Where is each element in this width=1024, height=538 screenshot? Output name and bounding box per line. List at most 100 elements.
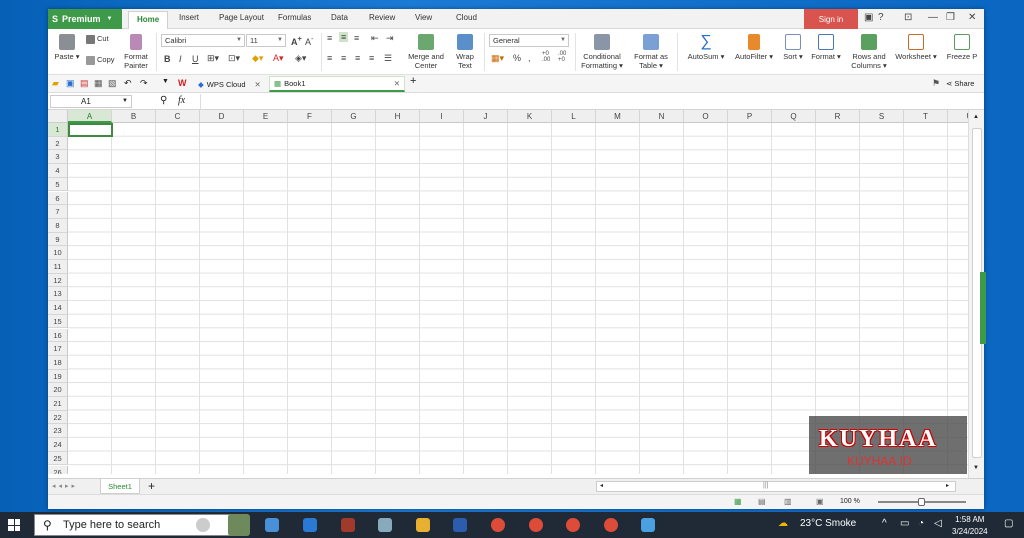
comma-icon[interactable]: ,	[528, 53, 531, 63]
save-icon[interactable]: ▣	[66, 78, 75, 89]
add-sheet-icon[interactable]: +	[148, 479, 155, 493]
select-all-corner[interactable]	[48, 110, 68, 123]
row-header[interactable]: 15	[48, 314, 68, 329]
sheet-tab-sheet1[interactable]: Sheet1	[100, 479, 140, 494]
row-header[interactable]: 14	[48, 301, 68, 315]
scroll-up-icon[interactable]: ▲	[973, 114, 979, 120]
normal-view-icon[interactable]: ▦	[734, 497, 742, 506]
column-header[interactable]: S	[860, 110, 904, 123]
tab-review[interactable]: Review	[369, 13, 395, 22]
conditional-formatting-button[interactable]: Conditional Formatting ▾	[579, 34, 625, 70]
decrease-font-icon[interactable]: A-	[305, 34, 314, 47]
new-tab-icon[interactable]: +	[410, 75, 416, 87]
row-header[interactable]: 25	[48, 451, 68, 466]
merge-center-button[interactable]: Merge and Center	[404, 34, 448, 70]
doc-tab-wps-cloud[interactable]: ◆ WPS Cloud ✕	[194, 76, 265, 92]
word-icon[interactable]	[453, 518, 467, 532]
wifi-icon[interactable]: ◔	[918, 518, 924, 529]
rows-columns-button[interactable]: Rows and Columns ▾	[848, 34, 890, 70]
copy-button[interactable]: Copy	[86, 55, 115, 65]
column-header[interactable]: B	[112, 110, 156, 123]
row-header[interactable]: 2	[48, 136, 68, 151]
justify-icon[interactable]: ≡	[369, 53, 374, 63]
column-header[interactable]: F	[288, 110, 332, 123]
row-header[interactable]: 5	[48, 177, 68, 192]
premium-button[interactable]: S Premium ▼	[48, 9, 122, 29]
close-tab-icon[interactable]: ✕	[255, 80, 261, 89]
page-break-icon[interactable]: ▤	[758, 497, 766, 506]
chrome-profile-icon[interactable]	[566, 518, 580, 532]
row-header[interactable]: 21	[48, 397, 68, 411]
print-icon[interactable]: ▦	[94, 78, 103, 89]
tab-formulas[interactable]: Formulas	[278, 13, 311, 22]
export-pdf-icon[interactable]: ▤	[80, 78, 89, 89]
row-header[interactable]: 26	[48, 465, 68, 474]
skin-icon[interactable]: ▣	[864, 12, 873, 23]
font-name-select[interactable]: Calibri ▼	[161, 34, 245, 47]
row-header[interactable]: 11	[48, 260, 68, 274]
currency-icon[interactable]: ▦▾	[491, 53, 504, 64]
name-box[interactable]: A1 ▼	[50, 95, 132, 108]
autosum-button[interactable]: ∑ AutoSum ▾	[685, 34, 727, 62]
row-header[interactable]: 4	[48, 164, 68, 178]
network-app-icon[interactable]	[378, 518, 392, 532]
row-header[interactable]: 24	[48, 438, 68, 452]
row-header[interactable]: 6	[48, 191, 68, 206]
share-button[interactable]: ⋖ Share	[946, 79, 974, 88]
volume-icon[interactable]: ◁	[934, 518, 942, 529]
zoom-search-icon[interactable]: ⚲	[160, 95, 167, 106]
indent-decrease-icon[interactable]: ⇤	[371, 33, 379, 44]
column-header[interactable]: L	[552, 110, 596, 123]
clock[interactable]: 1:58 AM 3/24/2024	[952, 514, 988, 538]
scroll-right-icon[interactable]: ▸	[946, 482, 949, 489]
battery-icon[interactable]: ▭	[900, 518, 909, 529]
row-header[interactable]: 13	[48, 287, 68, 302]
winrar-icon[interactable]	[341, 518, 355, 532]
weather-text[interactable]: 23°C Smoke	[800, 518, 856, 529]
close-icon[interactable]: ✕	[968, 12, 976, 23]
align-middle-icon[interactable]: ≡	[339, 32, 349, 42]
column-header[interactable]: A	[68, 110, 112, 123]
row-header[interactable]: 8	[48, 218, 68, 233]
zoom-slider[interactable]	[878, 498, 966, 506]
print-preview-icon[interactable]: ▧	[108, 78, 117, 89]
font-size-select[interactable]: 11 ▼	[246, 34, 286, 47]
close-tab-icon[interactable]: ✕	[394, 79, 400, 88]
percent-icon[interactable]: %	[513, 53, 521, 63]
redo-icon[interactable]: ↷	[140, 78, 148, 89]
column-header[interactable]: D	[200, 110, 244, 123]
column-header[interactable]: G	[332, 110, 376, 123]
doc-tab-book1[interactable]: ▦ Book1 ✕	[269, 76, 405, 92]
zoom-slider-handle[interactable]	[918, 498, 925, 506]
column-header[interactable]: M	[596, 110, 640, 123]
row-header[interactable]: 10	[48, 246, 68, 260]
increase-font-icon[interactable]: A+	[291, 34, 302, 47]
undo-icon[interactable]: ↶	[124, 78, 132, 89]
align-center-icon[interactable]: ≡	[341, 53, 346, 63]
horizontal-scrollbar[interactable]: |||	[596, 481, 956, 492]
column-header[interactable]: Q	[772, 110, 816, 123]
tab-cloud[interactable]: Cloud	[456, 13, 477, 22]
tab-view[interactable]: View	[415, 13, 432, 22]
indent-increase-icon[interactable]: ⇥	[386, 33, 394, 44]
column-header[interactable]: P	[728, 110, 772, 123]
row-header[interactable]: 1	[48, 123, 68, 137]
paste-button[interactable]: Paste ▾	[54, 34, 80, 61]
scroll-left-icon[interactable]: ◂	[600, 482, 603, 489]
task-view-icon[interactable]	[265, 518, 279, 532]
active-cell-a1[interactable]	[68, 123, 113, 137]
clear-format-icon[interactable]: ◈▾	[295, 53, 306, 64]
cell-style-icon[interactable]: ⊡▾	[228, 53, 240, 64]
row-header[interactable]: 22	[48, 410, 68, 425]
format-as-table-button[interactable]: Format as Table ▾	[631, 34, 671, 70]
column-header[interactable]: R	[816, 110, 860, 123]
italic-icon[interactable]: I	[179, 54, 182, 64]
row-header[interactable]: 23	[48, 424, 68, 439]
column-header[interactable]: U	[948, 110, 968, 123]
row-header[interactable]: 18	[48, 355, 68, 370]
format-painter-button[interactable]: Format Painter	[121, 34, 151, 70]
row-header[interactable]: 20	[48, 383, 68, 397]
sort-button[interactable]: Sort ▾	[781, 34, 805, 61]
chrome-profile-icon[interactable]	[604, 518, 618, 532]
chrome-profile-icon[interactable]	[529, 518, 543, 532]
